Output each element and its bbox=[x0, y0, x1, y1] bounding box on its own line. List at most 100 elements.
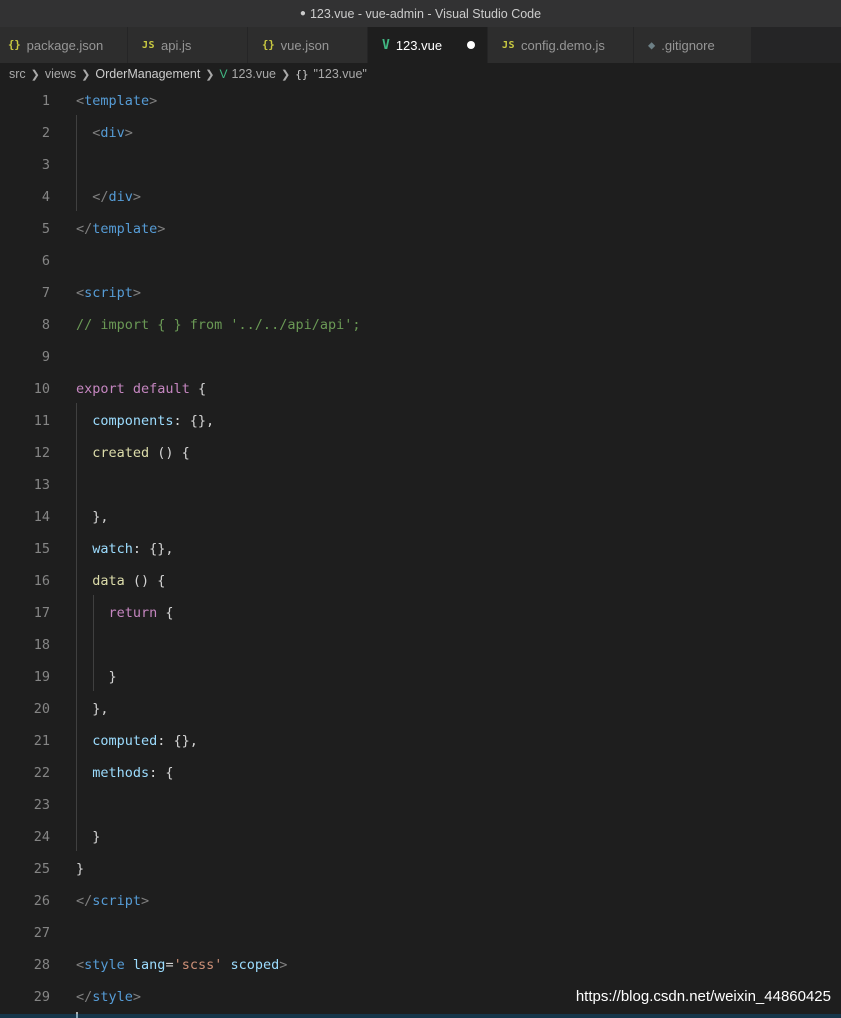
tab-api-js[interactable]: JS api.js bbox=[128, 27, 248, 63]
line-number: 24 bbox=[33, 829, 50, 845]
code-token: div bbox=[100, 125, 125, 141]
line-number: 16 bbox=[33, 573, 50, 589]
code-line[interactable]: 27 bbox=[0, 917, 841, 949]
line-number: 15 bbox=[33, 541, 50, 557]
code-token: > bbox=[124, 125, 133, 141]
unsaved-dot-icon[interactable] bbox=[467, 41, 475, 49]
code-editor[interactable]: 1 <template> 2 <div> 3 4 </div> 5 </template > 6… bbox=[0, 85, 841, 1018]
code-token: methods bbox=[92, 765, 150, 781]
code-token: computed bbox=[92, 733, 158, 749]
code-line[interactable]: 7 <script> bbox=[0, 277, 841, 309]
code-line[interactable]: 16 data () { bbox=[0, 565, 841, 597]
code-text: } bbox=[76, 661, 117, 693]
code-token: export bbox=[76, 381, 125, 397]
code-token: > bbox=[132, 285, 142, 301]
code-line[interactable]: 6 bbox=[0, 245, 841, 277]
title-bar: ● 123.vue - vue-admin - Visual Studio Co… bbox=[0, 0, 841, 27]
code-token: : {}, bbox=[173, 413, 215, 429]
breadcrumb-item-ordermanagement[interactable]: OrderManagement bbox=[95, 67, 200, 81]
line-number: 18 bbox=[33, 637, 50, 653]
code-token: } bbox=[76, 829, 101, 845]
code-line[interactable]: 3 bbox=[0, 149, 841, 181]
code-line[interactable]: 4 </div> bbox=[0, 181, 841, 213]
code-line[interactable]: 11 components: {}, bbox=[0, 405, 841, 437]
code-token: < bbox=[76, 285, 85, 301]
line-number: 3 bbox=[41, 157, 50, 173]
tab-package-json[interactable]: {} package.json bbox=[0, 27, 128, 63]
code-token: </ bbox=[76, 221, 93, 237]
code-text: created () { bbox=[76, 437, 190, 469]
code-line[interactable]: 5 </template> bbox=[0, 213, 841, 245]
line-number: 19 bbox=[33, 669, 50, 685]
vue-file-icon: V bbox=[219, 67, 228, 81]
code-line[interactable]: 19 } bbox=[0, 661, 841, 693]
editor-tabs: {} package.json JS api.js {} vue.json V … bbox=[0, 27, 841, 63]
chevron-right-icon: ❯ bbox=[281, 68, 291, 81]
breadcrumb: src ❯ views ❯ OrderManagement ❯ V 123.vu… bbox=[0, 63, 841, 85]
line-number: 1 bbox=[41, 93, 50, 109]
code-text: <style lang='scss' scoped> bbox=[76, 949, 287, 981]
tab-gitignore[interactable]: ◆ .gitignore bbox=[634, 27, 752, 63]
code-line[interactable]: 1 <template> bbox=[0, 85, 841, 117]
code-line[interactable]: 20 }, bbox=[0, 693, 841, 725]
code-line[interactable]: 15 watch: {}, bbox=[0, 533, 841, 565]
code-text: </div> bbox=[76, 181, 141, 213]
code-line[interactable]: 28 <style lang='scss' scoped> bbox=[0, 949, 841, 981]
window-title: 123.vue - vue-admin - Visual Studio Code bbox=[309, 6, 542, 21]
code-line[interactable]: 21 computed: {}, bbox=[0, 725, 841, 757]
watermark-text: https://blog.csdn.net/weixin_44860425 bbox=[575, 988, 831, 1005]
code-token: = bbox=[165, 957, 174, 973]
code-token: > bbox=[149, 93, 158, 109]
breadcrumb-item-views[interactable]: views bbox=[45, 67, 76, 81]
code-text: data () { bbox=[76, 565, 165, 597]
code-token: { bbox=[157, 605, 174, 621]
code-token: > bbox=[141, 893, 150, 909]
code-line[interactable]: 17 return { bbox=[0, 597, 841, 629]
code-text: // import { } from '../../api/api'; bbox=[76, 309, 360, 341]
line-number: 9 bbox=[41, 349, 50, 365]
line-number: 26 bbox=[33, 893, 50, 909]
code-line[interactable]: 9 bbox=[0, 341, 841, 373]
code-token: watch bbox=[92, 541, 133, 557]
line-number: 8 bbox=[41, 317, 50, 333]
breadcrumb-item-symbol[interactable]: "123.vue" bbox=[313, 67, 366, 81]
breadcrumb-item-src[interactable]: src bbox=[9, 67, 26, 81]
code-line[interactable]: 12 created () { bbox=[0, 437, 841, 469]
code-line[interactable]: 13 bbox=[0, 469, 841, 501]
code-line[interactable]: 26 </script> bbox=[0, 885, 841, 917]
code-text: } bbox=[76, 821, 100, 853]
line-number: 5 bbox=[41, 221, 50, 237]
code-line[interactable]: 25} bbox=[0, 853, 841, 885]
code-line[interactable]: 14 }, bbox=[0, 501, 841, 533]
code-token: } bbox=[76, 669, 117, 685]
code-token: default bbox=[132, 381, 190, 397]
code-line[interactable]: 24 } bbox=[0, 821, 841, 853]
code-line[interactable]: 18 bbox=[0, 629, 841, 661]
code-line[interactable]: 22 methods: { bbox=[0, 757, 841, 789]
code-line[interactable]: 8 // import { } from '../../api/api'; bbox=[0, 309, 841, 341]
line-number: 29 bbox=[33, 989, 50, 1005]
git-file-icon: ◆ bbox=[648, 38, 656, 52]
breadcrumb-item-file[interactable]: 123.vue bbox=[232, 67, 276, 81]
tab-config-demo-js[interactable]: JS config.demo.js bbox=[488, 27, 634, 63]
code-line[interactable]: 23 bbox=[0, 789, 841, 821]
modified-dot-icon: ● bbox=[299, 8, 306, 19]
code-token: template bbox=[92, 221, 158, 237]
code-text: computed: {}, bbox=[76, 725, 198, 757]
tab-123-vue[interactable]: V 123.vue bbox=[368, 27, 488, 63]
code-token: { bbox=[189, 381, 207, 397]
code-line[interactable]: 10 export default { bbox=[0, 373, 841, 405]
code-text: }, bbox=[76, 693, 108, 725]
code-token: () { bbox=[124, 573, 166, 589]
line-number: 11 bbox=[33, 413, 50, 429]
code-line[interactable]: 2 <div> bbox=[0, 117, 841, 149]
tab-vue-json[interactable]: {} vue.json bbox=[248, 27, 368, 63]
code-text: </script> bbox=[76, 885, 149, 917]
code-token: return bbox=[108, 605, 158, 621]
